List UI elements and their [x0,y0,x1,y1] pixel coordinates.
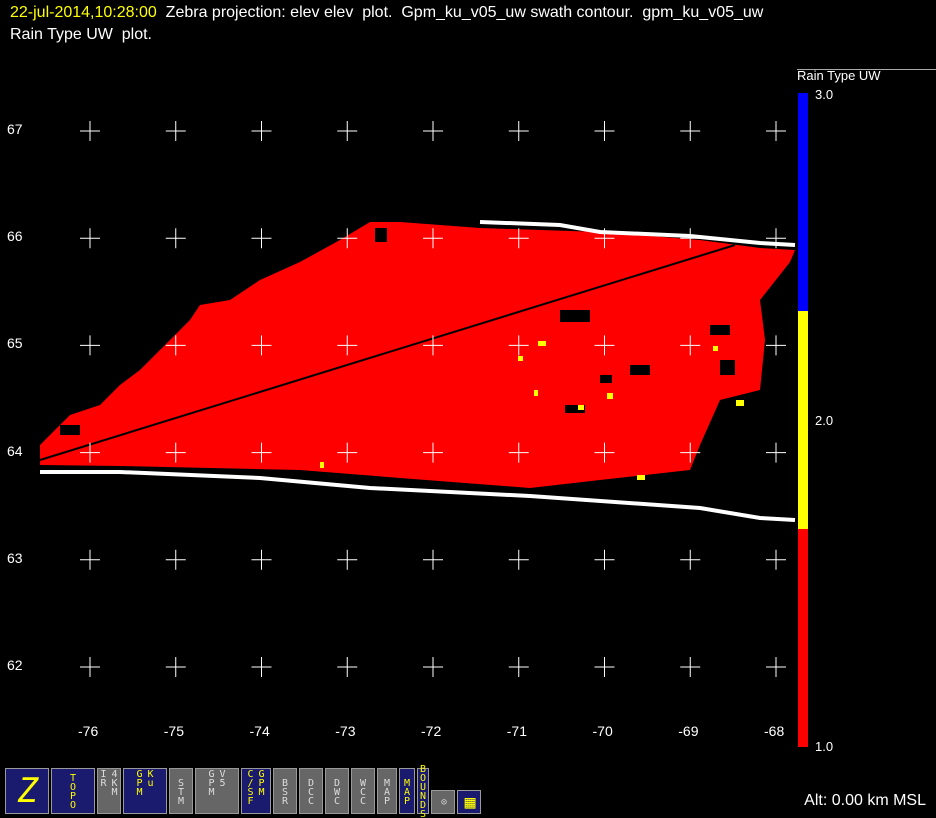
colorbar-label-max: 3.0 [815,87,834,102]
grid-crosshair [165,121,186,141]
y-tick-label: 62 [7,657,23,673]
grid-crosshair [165,549,186,570]
grid-crosshair [80,549,100,570]
x-tick-label: -72 [421,723,442,739]
map-plot[interactable] [0,0,936,760]
y-tick-label: 63 [7,549,23,566]
map2-button[interactable]: MAP [399,768,415,814]
x-tick-label: -76 [78,723,99,739]
colorbar-band-3 [798,93,808,311]
grid-crosshair [251,657,272,677]
grid-crosshair [337,121,358,141]
grid-crosshair [80,121,100,141]
altitude-readout: Alt: 0.00 km MSL [804,792,926,809]
colorbar-label-mid: 2.0 [815,413,834,428]
grid-crosshair [165,657,186,677]
grid-crosshair [80,657,100,677]
x-tick-label: -74 [249,723,270,739]
grid-crosshair [680,549,701,570]
grid-crosshair [508,657,529,677]
x-tick-label: -70 [592,723,613,739]
bounds-button[interactable]: BOUNDS [417,764,429,818]
grid-crosshair [680,121,701,141]
map-button[interactable]: MAP [377,768,397,814]
zebra-button[interactable]: Z [5,768,49,814]
x-tick-label: -68 [764,723,785,739]
grid-crosshair [508,121,529,141]
y-tick-label: 65 [7,335,23,352]
grid-crosshair [766,442,786,463]
colorbar-label-min: 1.0 [815,739,834,754]
gpm-v5-button[interactable]: GPM V5 [195,768,239,814]
dcc-button[interactable]: DCC [299,768,323,814]
grid-crosshair [766,335,786,356]
grid-crosshair [508,549,529,570]
y-tick-label: 67 [7,121,23,137]
topo-button[interactable]: TOPO [51,768,95,814]
grid-crosshair [766,549,786,570]
grid-crosshair [251,121,272,141]
grid-crosshair [423,657,443,677]
grid-crosshair [594,657,615,677]
grid-crosshair [680,657,701,677]
x-tick-label: -71 [506,723,527,739]
colorbar-band-1 [798,529,808,747]
y-tick-label: 66 [7,228,23,245]
gpm-ku-button[interactable]: GPM Ku [123,768,167,814]
bsr-button[interactable]: BSR [273,768,297,814]
grid-crosshair [251,228,272,249]
grid-crosshair [766,657,786,677]
stm-button[interactable]: STM [169,768,193,814]
x-tick-label: -69 [678,723,699,739]
grid-crosshair [80,335,100,356]
grid-crosshair [337,657,358,677]
grid-crosshair [337,549,358,570]
ir-button[interactable]: IR 4KM [97,768,121,814]
x-tick-label: -73 [335,723,356,739]
y-tick-label: 64 [7,442,23,459]
grid-crosshair [165,228,186,249]
grid-crosshair [594,549,615,570]
grid-crosshair [423,121,443,141]
grid-crosshair [766,121,786,141]
center-icon[interactable]: ⊙ [431,790,455,814]
colorbar-title: Rain Type UW [797,68,881,83]
grid-icon[interactable]: ▦ [457,790,481,814]
wcc-button[interactable]: WCC [351,768,375,814]
grid-crosshair [251,549,272,570]
x-tick-label: -75 [163,723,184,739]
grid-crosshair [80,228,100,249]
colorbar-band-2 [798,311,808,529]
grid-crosshair [594,121,615,141]
csf-gpm-button[interactable]: C/SF GPM [241,768,271,814]
grid-crosshair [423,549,443,570]
dwc-button[interactable]: DWC [325,768,349,814]
toolbar: Z TOPO IR 4KM GPM Ku STM GPM V5 C/SF GPM BSR DCC… [5,764,481,818]
